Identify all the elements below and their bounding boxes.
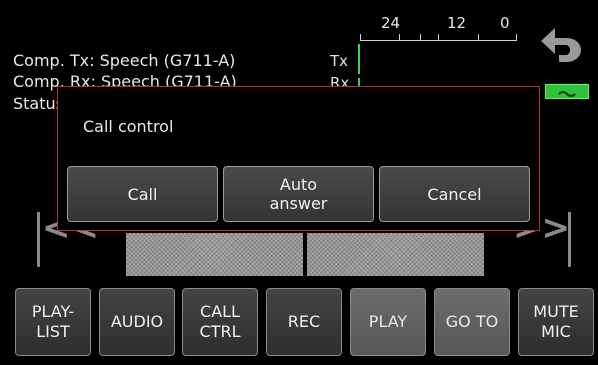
timeline-segment[interactable]	[126, 233, 303, 276]
mute-mic-button[interactable]: MUTE MIC	[518, 288, 594, 356]
tx-meter-bar	[358, 44, 360, 74]
meter-tick	[399, 34, 400, 41]
rx-meter-bar	[358, 78, 360, 86]
meter-tick	[516, 34, 517, 41]
meter-tick	[360, 34, 361, 41]
call-control-dialog: Call control Call Auto answer Cancel	[57, 86, 540, 231]
auto-answer-button[interactable]: Auto answer	[223, 166, 374, 222]
undo-icon[interactable]	[537, 24, 591, 68]
timeline-segment[interactable]	[307, 233, 484, 276]
call-button[interactable]: Call	[67, 166, 218, 222]
meter-tick	[420, 34, 421, 41]
audio-button[interactable]: AUDIO	[99, 288, 175, 356]
meter-scale-label: 24	[381, 14, 401, 32]
meter-tick	[478, 34, 479, 41]
meter-scale-label: 0	[500, 14, 510, 32]
dialog-title: Call control	[83, 117, 174, 136]
meter-tick	[438, 34, 439, 41]
cancel-button[interactable]: Cancel	[379, 166, 530, 222]
skip-forward-bar	[568, 212, 571, 267]
play-button[interactable]: PLAY	[350, 288, 426, 356]
go-to-button[interactable]: GO TO	[434, 288, 510, 356]
meter-scale-label: 12	[447, 14, 467, 32]
comp-tx-status: Comp. Tx: Speech (G711-A)	[13, 51, 236, 70]
tx-meter-label: Tx	[330, 52, 349, 70]
skip-back-bar	[37, 212, 40, 267]
rec-button[interactable]: REC	[266, 288, 342, 356]
call-ctrl-button[interactable]: CALL CTRL	[182, 288, 258, 356]
signal-indicator	[545, 84, 589, 99]
playlist-button[interactable]: PLAY- LIST	[15, 288, 91, 356]
